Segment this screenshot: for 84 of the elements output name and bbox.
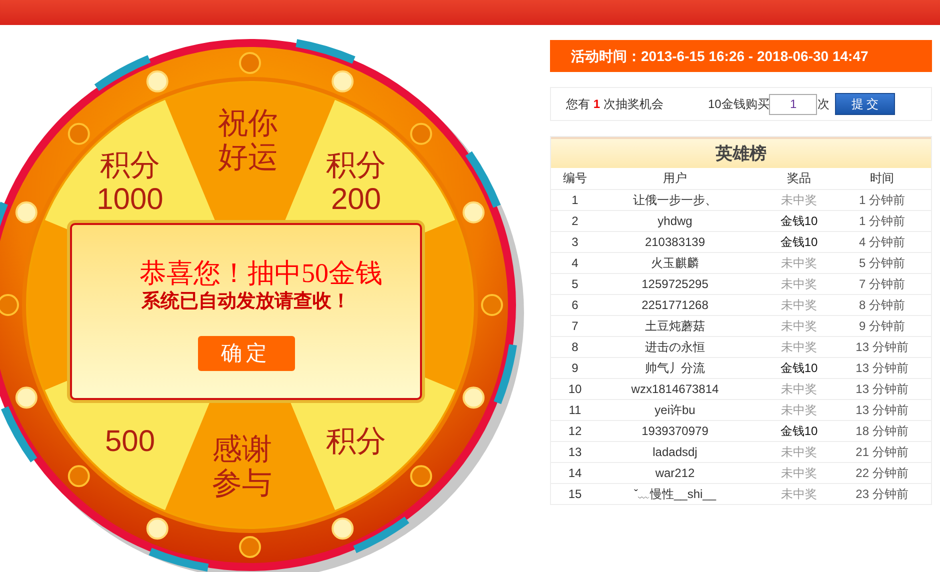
table-cell-text: 未中奖	[780, 465, 818, 482]
table-cell-text: 8	[570, 339, 580, 356]
table-cell-text: 4 分钟前	[858, 234, 906, 251]
table-cell-text: 8 分钟前	[858, 297, 906, 314]
wheel-segment-label: 好运	[218, 141, 278, 175]
leaderboard-title: 英雄榜	[551, 137, 931, 168]
table-cell-text: ˇ﹏慢性__shi__	[632, 486, 718, 503]
table-cell-text: 火玉麒麟	[650, 255, 700, 272]
table-cell-text: 22 分钟前	[854, 465, 910, 482]
quantity-input[interactable]: 1	[769, 94, 818, 114]
table-cell-text: 金钱10	[779, 213, 819, 230]
wheel-segment-label: 祝你	[218, 107, 278, 141]
table-cell-text: 金钱10	[779, 423, 819, 440]
table-cell-text: 11	[568, 402, 582, 419]
table-cell-text: yhdwg	[656, 213, 694, 230]
table-cell-text: 1259725295	[640, 276, 710, 293]
event-time-banner: 活动时间：2013-6-15 16:26 - 2018-06-30 14:47	[550, 40, 932, 72]
table-cell-text: 进击の永恒	[644, 339, 706, 356]
wheel-segment-label: 参与	[212, 467, 272, 501]
table-cell-text: 5	[570, 276, 580, 293]
table-cell-text: 1 分钟前	[858, 213, 906, 230]
table-cell-text: 未中奖	[780, 381, 818, 398]
table-cell-text: 1 分钟前	[858, 192, 906, 209]
table-cell-text: 帅气丿分流	[644, 360, 706, 377]
table-cell-text: 6	[570, 297, 580, 314]
table-cell-text: 10	[567, 381, 583, 398]
table-cell-text: 2251771268	[640, 297, 710, 314]
table-cell-text: 7 分钟前	[858, 276, 906, 293]
table-cell-text: 未中奖	[780, 486, 818, 503]
table-cell-text: 让俄一步一步、	[632, 192, 718, 209]
table-cell-text: 13 分钟前	[854, 339, 910, 356]
table-cell-text: 金钱10	[779, 234, 819, 251]
table-cell-text: 18 分钟前	[854, 423, 910, 440]
table-cell-text: 13 分钟前	[854, 381, 910, 398]
table-cell-text: 3	[570, 234, 580, 251]
table-cell-text: 13 分钟前	[854, 402, 910, 419]
wheel-segment-label: 积分	[326, 425, 386, 459]
table-cell-text: 1939370979	[640, 423, 710, 440]
column-header: 时间	[869, 170, 895, 187]
table-cell-text: 金钱10	[779, 360, 819, 377]
wheel-segment-label: 500	[104, 425, 156, 459]
wheel-segment-label: 感谢	[212, 433, 272, 467]
table-cell-text: 9	[570, 360, 580, 377]
table-cell-text: 未中奖	[780, 297, 818, 314]
table-cell-text: 未中奖	[780, 255, 818, 272]
column-header: 编号	[562, 170, 588, 187]
popup-message: 系统已自动发放请查收！	[142, 290, 350, 314]
column-header: 奖品	[786, 170, 812, 187]
purchase-label: 10金钱购买	[708, 96, 770, 113]
table-cell-text: 土豆炖蘑菇	[644, 318, 706, 335]
wheel-segment-label: 200	[330, 183, 382, 217]
table-cell-text: war212	[654, 465, 696, 482]
table-cell-text: 210383139	[644, 234, 706, 251]
chances-text: 您有 1 次抽奖机会	[566, 96, 664, 113]
table-cell-text: 未中奖	[780, 192, 818, 209]
table-cell-text: 未中奖	[780, 402, 818, 419]
popup-title: 恭喜您！抽中50金钱	[140, 258, 382, 288]
wheel-segment-label: 积分	[100, 149, 160, 183]
table-cell-text: yei许bu	[654, 402, 696, 419]
table-cell-text: 未中奖	[780, 318, 818, 335]
table-cell-text: 9 分钟前	[858, 318, 906, 335]
wheel-segment-label: 1000	[96, 183, 164, 217]
table-cell-text: 未中奖	[780, 276, 818, 293]
table-cell-text: 15	[567, 486, 583, 503]
table-cell-text: 14	[567, 465, 583, 482]
table-cell-text: 21 分钟前	[854, 444, 910, 461]
table-cell-text: 13 分钟前	[854, 360, 910, 377]
unit-text: 次	[817, 96, 830, 113]
table-cell-text: 12	[567, 423, 583, 440]
table-cell-text: 1	[570, 192, 580, 209]
table-cell-text: 23 分钟前	[854, 486, 910, 503]
table-cell-text: ladadsdj	[652, 444, 698, 461]
submit-button[interactable]: 提 交	[835, 93, 895, 115]
wheel-segment-label: 积分	[326, 149, 386, 183]
table-cell-text: 未中奖	[780, 444, 818, 461]
table-cell-text: 13	[567, 444, 583, 461]
confirm-button[interactable]: 确定	[198, 336, 294, 371]
table-cell-text: 5 分钟前	[858, 255, 906, 272]
column-header: 用户	[662, 170, 688, 187]
table-cell-text: 未中奖	[780, 339, 818, 356]
table-cell-text: wzx1814673814	[630, 381, 720, 398]
table-cell-text: 2	[570, 213, 580, 230]
table-cell-text: 4	[570, 255, 580, 272]
table-cell-text: 7	[570, 318, 580, 335]
